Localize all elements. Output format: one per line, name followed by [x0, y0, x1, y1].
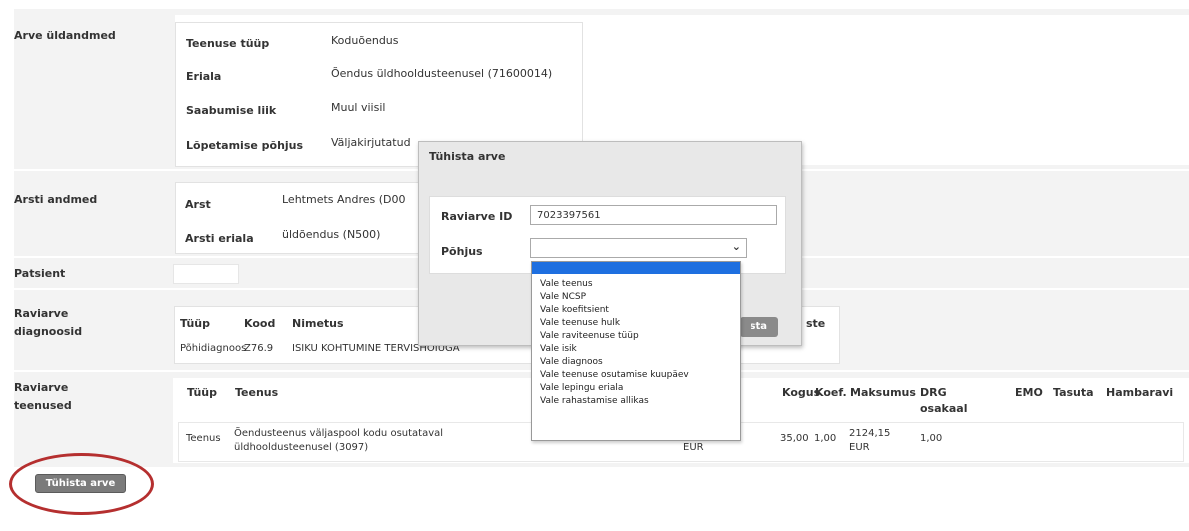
svc-row-cost-1: 2124,15 [849, 428, 891, 439]
invoice-id-input[interactable] [530, 205, 777, 225]
patient-value-box [173, 264, 239, 284]
cancel-invoice-button[interactable]: Tühista arve [35, 474, 126, 493]
svc-row-service-1: Õendusteenus väljaspool kodu osutataval [234, 428, 444, 439]
reason-dropdown-list[interactable]: Vale teenus Vale NCSP Vale koefitsient V… [531, 261, 741, 441]
reason-option[interactable]: Vale NCSP [540, 292, 586, 303]
reason-select[interactable]: ⌄ [530, 238, 747, 258]
svc-row-unit: EUR [683, 442, 704, 453]
invoice-id-label: Raviarve ID [441, 210, 513, 223]
svc-header-drg: DRG [920, 386, 947, 399]
reason-option[interactable]: Vale teenus [540, 279, 593, 290]
reason-option[interactable]: Vale isik [540, 344, 577, 355]
dropdown-selected-option[interactable] [532, 262, 740, 274]
svc-row-qty: 35,00 [780, 433, 809, 444]
reason-option[interactable]: Vale diagnoos [540, 357, 603, 368]
diagnoses-section-label-2: diagnoosid [14, 325, 83, 338]
svc-header-cost: Maksumus [850, 386, 916, 399]
diag-header-code: Kood [244, 317, 276, 330]
dialog-title: Tühista arve [429, 150, 506, 163]
dialog-save-button[interactable]: Salvesta [740, 317, 778, 337]
svc-row-drg: 1,00 [920, 433, 943, 444]
dialog-save-label: Salvesta [751, 321, 767, 332]
diagnoses-section-label-1: Raviarve [14, 307, 69, 320]
diag-row-type: Põhidiagnoos [180, 343, 247, 354]
services-section-label-2: teenused [14, 399, 72, 412]
arrival-type-value: Muul viisil [331, 101, 386, 114]
svc-row-coef: 1,00 [814, 433, 837, 444]
diag-header-extra: ste [806, 317, 826, 330]
svc-row-type: Teenus [186, 433, 221, 444]
svc-row-cost-2: EUR [849, 442, 870, 453]
diag-header-name: Nimetus [292, 317, 344, 330]
end-reason-value: Väljakirjutatud [331, 136, 411, 149]
service-type-label: Teenuse tüüp [186, 37, 270, 50]
reason-option[interactable]: Vale rahastamise allikas [540, 396, 649, 407]
reason-label: Põhjus [441, 245, 483, 258]
chevron-down-icon: ⌄ [731, 240, 741, 253]
svc-header-free: Tasuta [1053, 386, 1094, 399]
diag-row-code: Z76.9 [244, 343, 274, 354]
service-type-value: Koduõendus [331, 34, 399, 47]
reason-option[interactable]: Vale lepingu eriala [540, 383, 623, 394]
arrival-type-label: Saabumise liik [186, 104, 277, 117]
reason-option[interactable]: Vale teenuse osutamise kuupäev [540, 370, 689, 381]
reason-option[interactable]: Vale teenuse hulk [540, 318, 620, 329]
specialty-label: Eriala [186, 70, 222, 83]
doctor-label: Arst [185, 198, 211, 211]
end-reason-label: Lõpetamise põhjus [186, 139, 304, 152]
svc-header-dental: Hambaravi [1106, 386, 1174, 399]
svc-header-emo: EMO [1015, 386, 1043, 399]
svc-header-coef: Koef. [815, 386, 847, 399]
patient-section-label: Patsient [14, 267, 66, 280]
specialty-value: Õendus üldhooldusteenusel (71600014) [331, 67, 553, 80]
doctor-specialty-label: Arsti eriala [185, 232, 254, 245]
svc-row-service-2: üldhooldusteenusel (3097) [234, 442, 369, 453]
svc-header-service: Teenus [235, 386, 279, 399]
svc-header-type: Tüüp [187, 386, 217, 399]
services-section-label-1: Raviarve [14, 381, 69, 394]
doctor-specialty-value: üldõendus (N500) [282, 228, 381, 241]
doctor-section-label: Arsti andmed [14, 193, 98, 206]
diag-header-type: Tüüp [180, 317, 210, 330]
reason-option[interactable]: Vale koefitsient [540, 305, 609, 316]
reason-option[interactable]: Vale raviteenuse tüüp [540, 331, 639, 342]
doctor-value: Lehtmets Andres (D00 [282, 193, 406, 206]
general-section-label: Arve üldandmed [14, 29, 116, 42]
svc-header-drg-2: osakaal [920, 402, 968, 415]
